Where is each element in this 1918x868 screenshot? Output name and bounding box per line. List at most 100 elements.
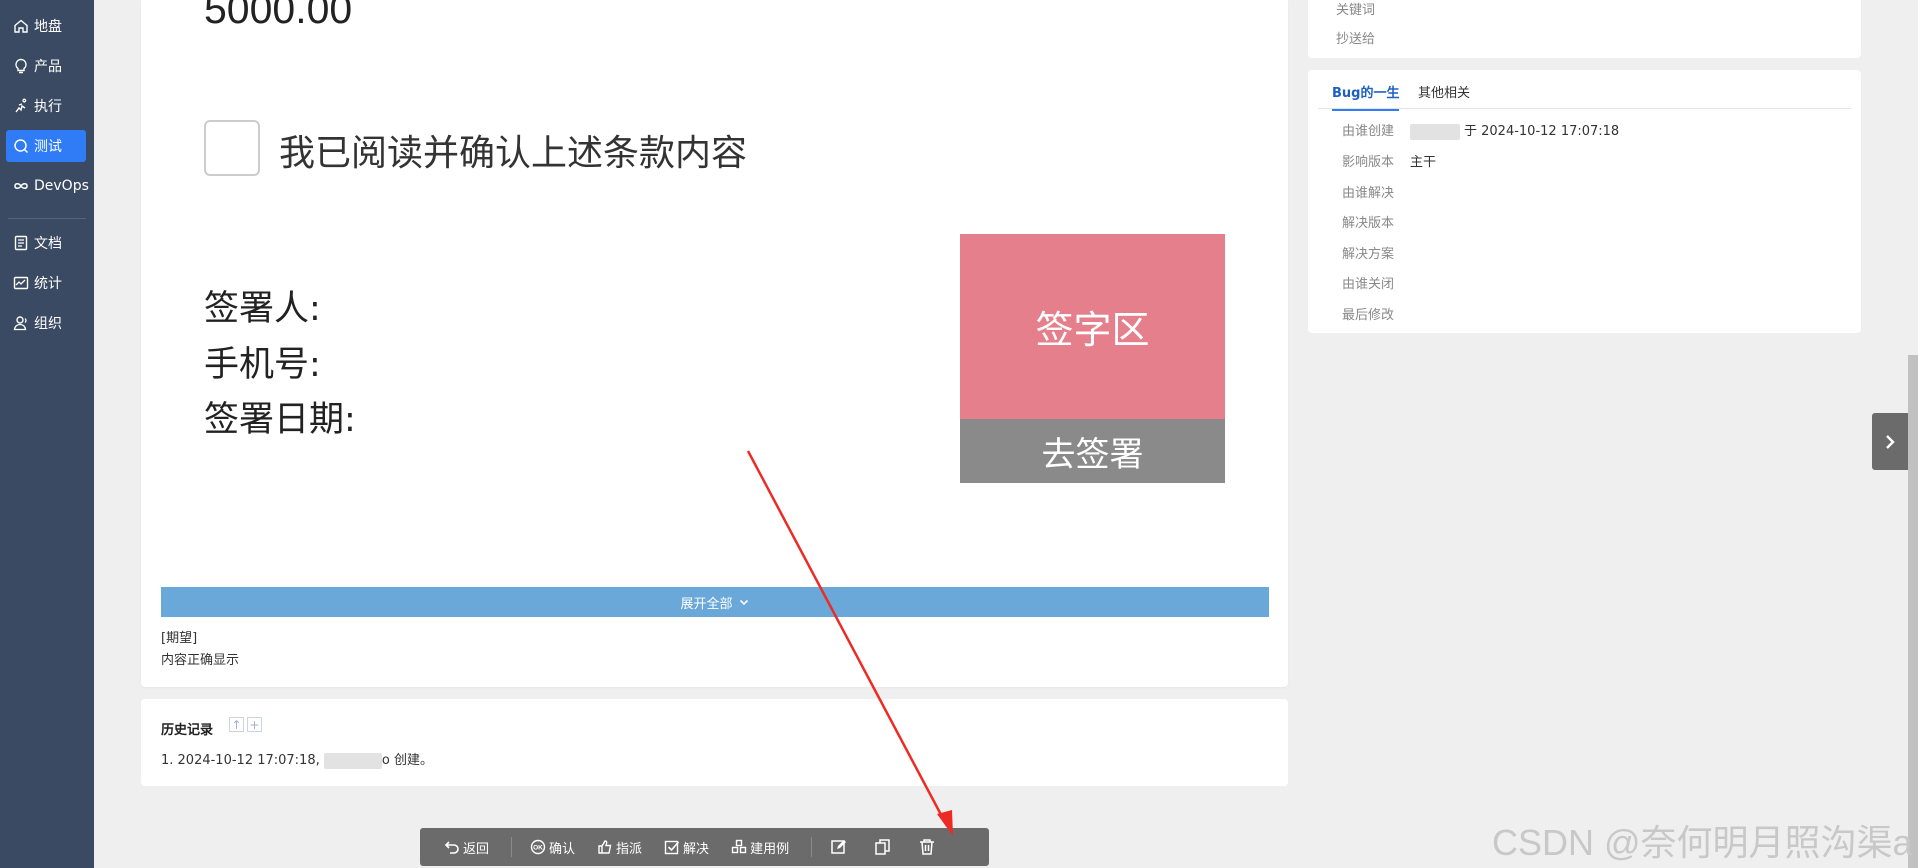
create-case-label: 建用例 <box>750 841 790 857</box>
document-icon <box>13 235 29 251</box>
sidebar-item-label: 执行 <box>34 99 62 115</box>
confirm-button[interactable]: OK 确认 <box>530 838 575 857</box>
assign-label: 指派 <box>616 841 643 857</box>
life-row-label: 由谁关闭 <box>1342 277 1395 292</box>
life-row-label: 由谁创建 <box>1342 124 1395 139</box>
sidebar-item-test[interactable]: 测试 <box>6 130 86 162</box>
basic-info-card: 关键词 抄送给 <box>1308 0 1861 58</box>
sidebar-item-org[interactable]: 组织 <box>6 307 86 339</box>
chevron-right-icon <box>1886 434 1895 449</box>
signature-area-label: 签字区 <box>1035 308 1150 352</box>
svg-text:OK: OK <box>533 845 543 852</box>
life-row-label: 最后修改 <box>1342 308 1395 323</box>
trash-icon <box>920 839 935 855</box>
expand-all-label: 展开全部 <box>680 596 733 612</box>
sidebar-item-label: 产品 <box>34 59 62 75</box>
sidebar-item-label: 组织 <box>34 316 62 332</box>
search-test-icon <box>13 138 29 154</box>
run-icon <box>13 98 29 114</box>
life-row-created: 由谁创建 于 2024-10-12 17:07:18 <box>1342 120 1619 140</box>
tab-bug-life[interactable]: Bug的一生 <box>1332 82 1400 111</box>
sidebar: 地盘 产品 执行 测试 DevOps 文档 统计 组织 <box>0 0 94 868</box>
signature-area: 签字区 <box>960 234 1225 419</box>
check-square-icon <box>664 840 680 855</box>
toolbar-divider <box>511 837 513 857</box>
life-tabs: Bug的一生 其他相关 <box>1318 70 1851 111</box>
phone-label: 手机号: <box>204 345 321 385</box>
resolve-button[interactable]: 解决 <box>664 838 709 857</box>
life-row-version: 影响版本 主干 <box>1342 151 1436 170</box>
sidebar-item-execution[interactable]: 执行 <box>6 90 86 122</box>
resolve-label: 解决 <box>683 841 710 857</box>
delete-button[interactable] <box>918 838 936 856</box>
bug-description-card: 5000.00 我已阅读并确认上述条款内容 签署人: 手机号: 签署日期: 签字… <box>141 0 1288 687</box>
life-row-label: 解决方案 <box>1342 247 1395 262</box>
assign-button[interactable]: 指派 <box>597 838 642 857</box>
toolbar-divider <box>811 837 813 857</box>
life-row-label: 由谁解决 <box>1342 186 1395 201</box>
confirm-label: 确认 <box>549 841 576 857</box>
go-sign-label: 去签署 <box>1041 434 1144 475</box>
history-entry: 1. 2024-10-12 17:07:18, o 创建。 <box>161 749 433 769</box>
create-case-button[interactable]: 建用例 <box>731 838 789 857</box>
ok-circle-icon: OK <box>530 839 546 855</box>
sitemap-icon <box>731 839 747 854</box>
history-card: 历史记录 ↑ + 1. 2024-10-12 17:07:18, o 创建。 <box>141 699 1288 786</box>
back-button[interactable]: 返回 <box>444 838 489 857</box>
sidebar-item-label: DevOps <box>34 178 89 194</box>
lightbulb-icon <box>13 58 29 74</box>
expect-label: [期望] <box>161 631 198 646</box>
history-entry-action: o 创建。 <box>381 753 433 768</box>
life-row-resolved-by: 由谁解决 <box>1342 182 1410 201</box>
cc-label: 抄送给 <box>1336 32 1376 47</box>
sidebar-item-product[interactable]: 产品 <box>6 50 86 82</box>
expand-all-button[interactable]: 展开全部 <box>161 587 1269 617</box>
back-icon <box>444 841 459 854</box>
life-row-value: 于 2024-10-12 17:07:18 <box>1464 124 1620 139</box>
side-panel-toggle[interactable] <box>1872 413 1908 470</box>
life-row-resolution: 解决方案 <box>1342 243 1410 262</box>
amount-value: 5000.00 <box>204 0 353 32</box>
copy-button[interactable] <box>874 838 892 856</box>
page-scrollbar[interactable] <box>1908 355 1918 868</box>
user-group-icon <box>13 315 29 331</box>
edit-button[interactable] <box>830 838 848 856</box>
life-row-resolved-build: 解决版本 <box>1342 212 1410 231</box>
back-label: 返回 <box>463 841 490 857</box>
signer-label: 签署人: <box>204 289 321 329</box>
go-sign-button[interactable]: 去签署 <box>960 419 1225 483</box>
action-toolbar: 返回 OK 确认 指派 解决 建用例 <box>420 828 989 866</box>
thumbs-up-icon <box>598 840 612 854</box>
tab-other-related[interactable]: 其他相关 <box>1418 82 1470 109</box>
sidebar-item-label: 地盘 <box>34 19 62 35</box>
infinity-icon <box>13 178 29 194</box>
history-entry-time: 1. 2024-10-12 17:07:18, <box>161 753 324 768</box>
sort-up-icon[interactable]: ↑ <box>229 717 244 732</box>
life-row-closed-by: 由谁关闭 <box>1342 273 1410 292</box>
life-row-label: 影响版本 <box>1342 155 1395 170</box>
redacted-name <box>1410 123 1460 140</box>
sidebar-divider <box>8 218 86 219</box>
sign-date-label: 签署日期: <box>204 400 356 440</box>
sidebar-item-label: 统计 <box>34 276 62 292</box>
redacted-name <box>323 752 382 769</box>
expand-plus-icon[interactable]: + <box>247 717 262 732</box>
sidebar-item-docs[interactable]: 文档 <box>6 227 86 259</box>
chart-icon <box>13 275 29 291</box>
sidebar-item-label: 文档 <box>34 236 62 252</box>
keyword-label: 关键词 <box>1336 3 1376 18</box>
history-title: 历史记录 <box>161 723 214 738</box>
edit-icon <box>831 840 847 854</box>
sidebar-item-home[interactable]: 地盘 <box>6 10 86 42</box>
life-row-last-edited: 最后修改 <box>1342 304 1410 323</box>
agree-checkbox[interactable] <box>204 120 260 176</box>
copy-icon <box>875 839 890 855</box>
bug-life-card: Bug的一生 其他相关 由谁创建 于 2024-10-12 17:07:18 影响… <box>1308 70 1861 333</box>
expect-text: 内容正确显示 <box>161 653 240 668</box>
chevron-down-icon <box>739 599 748 606</box>
home-icon <box>13 18 29 34</box>
sidebar-item-stats[interactable]: 统计 <box>6 267 86 299</box>
sidebar-item-devops[interactable]: DevOps <box>6 170 89 202</box>
life-row-value: 主干 <box>1410 155 1437 170</box>
sidebar-item-label: 测试 <box>34 139 62 155</box>
